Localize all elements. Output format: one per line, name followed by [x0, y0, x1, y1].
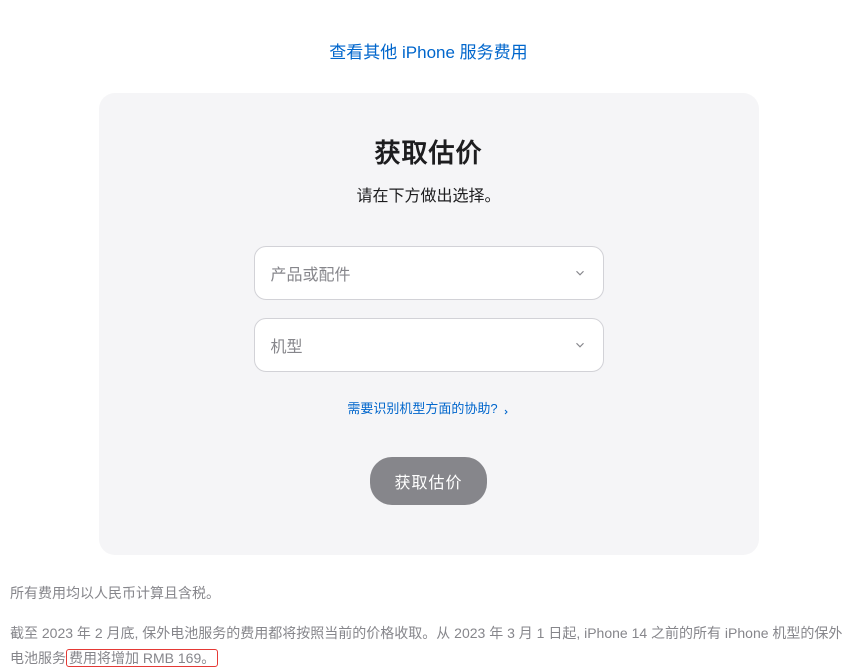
identify-model-help-link[interactable]: 需要识别机型方面的协助?	[347, 398, 509, 417]
chevron-down-icon	[573, 338, 587, 352]
estimate-card: 获取估价 请在下方做出选择。 产品或配件 机型	[99, 93, 759, 555]
product-select-wrapper: 产品或配件	[254, 246, 604, 300]
card-subtitle: 请在下方做出选择。	[356, 182, 500, 206]
get-estimate-button[interactable]: 获取估价	[370, 457, 486, 505]
chevron-down-icon	[573, 266, 587, 280]
footer-price-notice: 截至 2023 年 2 月底, 保外电池服务的费用都将按照当前的价格收取。从 2…	[10, 621, 847, 671]
footer-tax-note: 所有费用均以人民币计算且含税。	[10, 583, 847, 603]
card-title: 获取估价	[374, 133, 482, 170]
footer-text: 所有费用均以人民币计算且含税。 截至 2023 年 2 月底, 保外电池服务的费…	[0, 555, 857, 671]
footer-notice-highlight: 费用将增加 RMB 169。	[66, 649, 218, 667]
help-link-text: 需要识别机型方面的协助?	[347, 398, 497, 417]
chevron-right-icon	[502, 404, 510, 412]
model-select-placeholder: 机型	[271, 333, 303, 357]
model-select[interactable]: 机型	[254, 318, 604, 372]
product-select-placeholder: 产品或配件	[271, 261, 351, 285]
product-select[interactable]: 产品或配件	[254, 246, 604, 300]
model-select-wrapper: 机型	[254, 318, 604, 372]
other-iphone-services-link[interactable]: 查看其他 iPhone 服务费用	[329, 38, 527, 63]
